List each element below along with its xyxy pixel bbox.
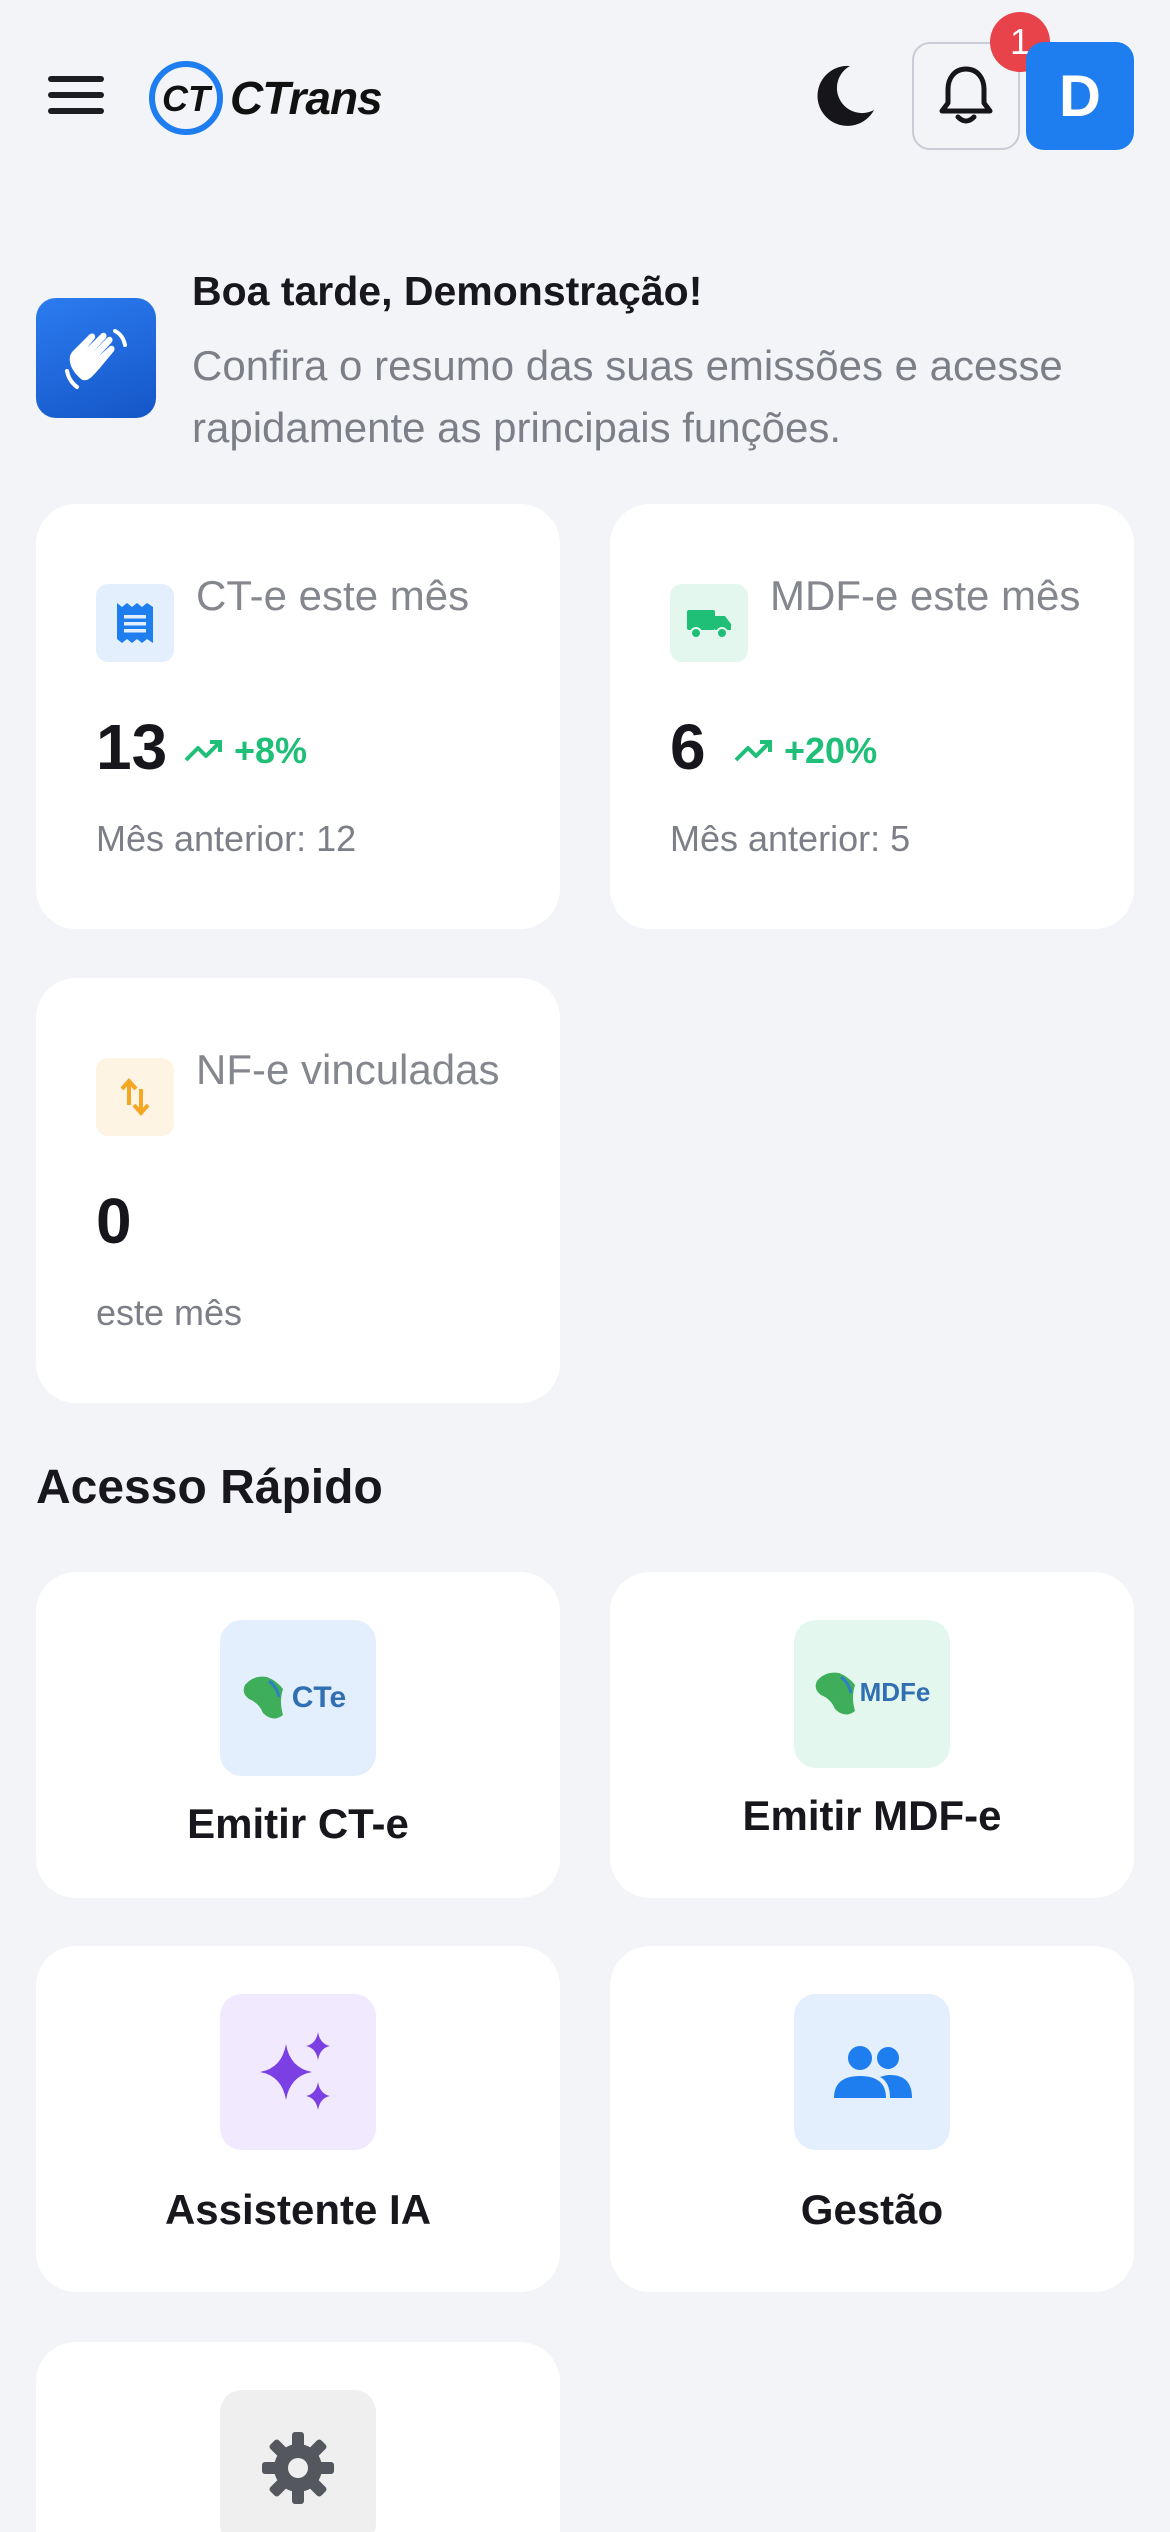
menu-icon[interactable]	[48, 72, 108, 118]
trend-value: +20%	[784, 730, 878, 771]
swap-vertical-icon	[96, 1058, 174, 1136]
stat-card-cte[interactable]: CT-e este mês 13 +8% Mês anterior: 12	[36, 504, 560, 929]
quick-access-gestao[interactable]: Gestão	[610, 1946, 1134, 2292]
quick-access-emitir-mdfe[interactable]: MDFe Emitir MDF-e	[610, 1572, 1134, 1898]
quick-access-emitir-cte[interactable]: CTe Emitir CT-e	[36, 1572, 560, 1898]
logo-mark-icon: CT	[149, 61, 223, 135]
stat-value: 0	[96, 1185, 132, 1257]
stat-label: MDF-e este mês	[770, 572, 1081, 619]
greeting-subtitle: Confira o resumo das suas emissões e ace…	[192, 342, 1063, 451]
quick-access-assistente-ia[interactable]: Assistente IA	[36, 1946, 560, 2292]
receipt-icon	[96, 584, 174, 662]
quick-access-label: Emitir MDF-e	[742, 1792, 1002, 1839]
stat-value: 13	[96, 711, 168, 783]
stat-value: 6	[670, 711, 706, 783]
waving-hand-icon	[36, 298, 156, 418]
app-header: CT CTrans 1 D	[0, 0, 1170, 190]
stat-card-mdfe[interactable]: MDF-e este mês 6 +20% Mês anterior: 5	[610, 504, 1134, 929]
app-logo[interactable]: CT CTrans	[146, 58, 383, 138]
quick-access-label: Gestão	[800, 2186, 944, 2233]
trending-up-icon	[184, 740, 222, 762]
svg-text:CTe: CTe	[292, 1681, 346, 1714]
trend-indicator: +20%	[734, 730, 877, 772]
truck-icon	[670, 584, 748, 662]
gear-icon	[220, 2390, 376, 2532]
stat-footer: este mês	[96, 1292, 243, 1333]
trending-up-icon	[734, 740, 772, 762]
avatar[interactable]: D	[1026, 42, 1134, 150]
quick-access-label: Emitir CT-e	[187, 1800, 409, 1847]
cte-logo-icon: CTe	[220, 1620, 376, 1776]
stat-card-nfe[interactable]: NF-e vinculadas 0 este mês	[36, 978, 560, 1403]
logo-text: CTrans	[230, 72, 383, 124]
stat-label: NF-e vinculadas	[196, 1046, 500, 1093]
bell-icon	[939, 66, 993, 124]
trend-value: +8%	[234, 730, 308, 771]
stat-footer: Mês anterior: 12	[96, 818, 357, 859]
sparkles-icon	[220, 1994, 376, 2150]
svg-text:MDFe: MDFe	[860, 1677, 931, 1707]
stat-label: CT-e este mês	[196, 572, 470, 619]
trend-indicator: +8%	[184, 730, 307, 772]
quick-access-title: Acesso Rápido	[36, 1461, 383, 1514]
greeting-title: Boa tarde, Demonstração!	[192, 268, 703, 314]
svg-text:CT: CT	[162, 78, 213, 119]
quick-access-label: Assistente IA	[164, 2186, 432, 2233]
mdfe-logo-icon: MDFe	[794, 1620, 950, 1768]
people-icon	[794, 1994, 950, 2150]
dark-mode-toggle-icon[interactable]	[816, 62, 876, 128]
stat-footer: Mês anterior: 5	[670, 818, 911, 859]
quick-access-settings[interactable]	[36, 2342, 560, 2532]
